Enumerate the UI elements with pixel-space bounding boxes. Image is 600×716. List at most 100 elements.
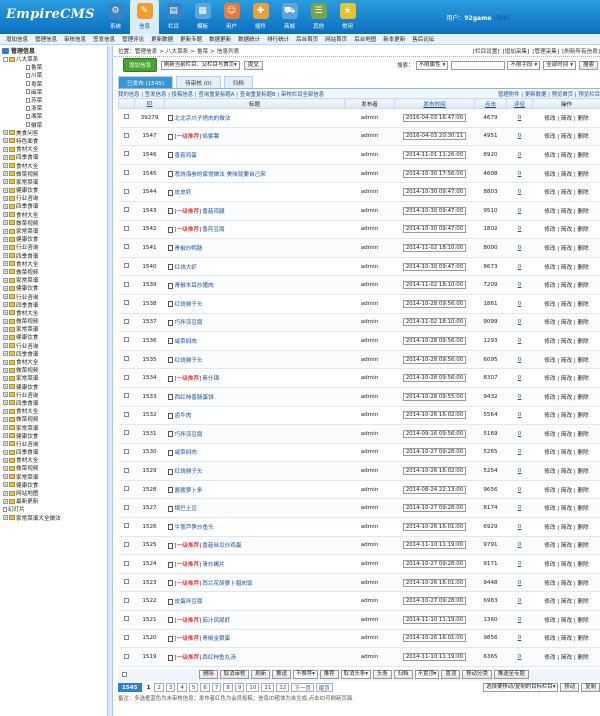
row-checkbox[interactable] bbox=[124, 597, 129, 603]
subnav-link[interactable]: 售后论坛 bbox=[412, 35, 434, 43]
recommend-select[interactable]: 不推荐 ▾ bbox=[292, 670, 318, 680]
tree-node[interactable]: + 健康饮食 bbox=[0, 186, 107, 194]
row-id[interactable]: 1531 bbox=[134, 424, 165, 444]
row-ops[interactable]: 修改 | 简改 | 删除 bbox=[532, 108, 600, 128]
tab-published[interactable]: 已发布 (1545) bbox=[118, 76, 174, 88]
subnav-link[interactable]: 更新数据 bbox=[151, 35, 173, 43]
expand-icon[interactable]: + bbox=[3, 261, 8, 267]
topnav-item[interactable]: ✎ 信息 bbox=[130, 0, 159, 34]
expand-icon[interactable]: + bbox=[3, 212, 8, 218]
breadcrumb-item[interactable]: 鲁菜 bbox=[197, 49, 208, 55]
page-link[interactable]: 8 bbox=[223, 683, 233, 693]
row-checkbox[interactable] bbox=[124, 560, 129, 566]
tree-node[interactable]: + 四季食谱 bbox=[0, 399, 107, 407]
pane-splitter[interactable] bbox=[108, 46, 113, 716]
subnav-link[interactable]: 网站首页 bbox=[325, 35, 347, 43]
topnav-item[interactable]: ⚙ 系统 bbox=[101, 0, 130, 34]
row-checkbox[interactable] bbox=[124, 114, 129, 120]
location-link[interactable]: [管理采集] bbox=[532, 47, 559, 55]
tree-node[interactable]: + 四季食谱 bbox=[0, 448, 107, 456]
tree-node[interactable]: + 行业咨询 bbox=[0, 342, 107, 350]
expand-icon[interactable]: + bbox=[3, 179, 8, 185]
expand-icon[interactable]: + bbox=[3, 163, 8, 169]
row-ops[interactable]: 修改 | 简改 | 删除 bbox=[532, 629, 600, 649]
tree-node[interactable]: + 四季食谱 bbox=[0, 301, 107, 309]
row-ops[interactable]: 修改 | 简改 | 删除 bbox=[532, 164, 600, 184]
row-id[interactable]: 1544 bbox=[134, 182, 165, 202]
headline-button[interactable]: 头条 bbox=[372, 670, 392, 680]
row-id[interactable]: 1535 bbox=[134, 350, 165, 370]
row-ops[interactable]: 修改 | 简改 | 删除 bbox=[532, 406, 600, 426]
row-title-link[interactable]: 香菇鸡蛋 bbox=[175, 153, 197, 159]
tree-leaf[interactable]: 鲁菜 bbox=[0, 63, 107, 71]
tree-node[interactable]: + 做菜视频 bbox=[0, 317, 107, 325]
tree-leaf[interactable]: 湘菜 bbox=[0, 112, 107, 120]
tree-node[interactable]: + 行业咨询 bbox=[0, 194, 107, 202]
expand-icon[interactable]: + bbox=[3, 203, 8, 209]
expand-icon[interactable]: + bbox=[3, 367, 8, 373]
row-ops[interactable]: 修改 | 简改 | 删除 bbox=[532, 350, 600, 370]
move-button[interactable]: 移动 bbox=[560, 683, 580, 693]
tree-node[interactable]: + 健康饮食 bbox=[0, 383, 107, 391]
add-info-button[interactable]: 增加信息 bbox=[123, 58, 158, 72]
top-select[interactable]: 不置顶 ▾ bbox=[414, 670, 440, 680]
row-time[interactable]: 2014-10-30 09:47:00 bbox=[402, 188, 467, 197]
row-checkbox[interactable] bbox=[124, 504, 129, 510]
tree-node[interactable]: + 家常菜谱 bbox=[0, 325, 107, 333]
subnav-link[interactable]: 后台地图 bbox=[354, 35, 376, 43]
row-id[interactable]: 1543 bbox=[134, 201, 165, 221]
row-id[interactable]: 1540 bbox=[134, 257, 165, 277]
location-link[interactable]: [栏目设置] bbox=[473, 47, 500, 55]
expand-icon[interactable]: + bbox=[3, 375, 8, 381]
row-id[interactable]: 1547 bbox=[134, 127, 165, 147]
page-link[interactable]: 7 bbox=[211, 683, 222, 693]
row-title-link[interactable]: 红烧狮子头 bbox=[175, 302, 203, 308]
subnav-link[interactable]: 排行统计 bbox=[267, 35, 289, 43]
subnav-link[interactable]: 审核信息 bbox=[64, 35, 86, 43]
row-time[interactable]: 2014-11-10 11:19:00 bbox=[402, 615, 467, 624]
row-checkbox[interactable] bbox=[124, 467, 129, 473]
expand-icon[interactable]: + bbox=[3, 228, 8, 234]
expand-icon[interactable]: + bbox=[3, 285, 8, 291]
tree-node[interactable]: + 食材大全 bbox=[0, 211, 107, 219]
row-comments[interactable]: 0 bbox=[518, 654, 522, 660]
row-checkbox[interactable] bbox=[124, 244, 129, 250]
filter-left-links[interactable]: 我的信息 | 签发信息 | 投稿信息 | 查询重复标题A | 查询重复标题B |… bbox=[118, 90, 324, 98]
page-link[interactable]: 5 bbox=[188, 683, 199, 693]
time-select[interactable]: 全部时间 ▾ bbox=[543, 60, 576, 70]
row-id[interactable]: 39279 bbox=[134, 108, 165, 128]
subnav-link[interactable]: 管理信息 bbox=[35, 35, 57, 43]
row-ops[interactable]: 修改 | 简改 | 删除 bbox=[532, 443, 600, 463]
tree-node[interactable]: + 食材大全 bbox=[0, 145, 107, 153]
bulk-unaudit-button[interactable]: 取消审核 bbox=[219, 670, 250, 680]
tree-node[interactable]: - 八大菜系 bbox=[0, 55, 107, 63]
tree-node[interactable]: + 美食问答 bbox=[0, 129, 107, 137]
tree-leaf[interactable]: 闽菜 bbox=[0, 88, 107, 96]
row-ops[interactable]: 修改 | 简改 | 删除 bbox=[532, 313, 600, 333]
row-time[interactable]: 2014-10-28 09:56:00 bbox=[402, 299, 467, 308]
expand-icon[interactable]: + bbox=[3, 433, 8, 439]
tree-node[interactable]: + 健康饮食 bbox=[0, 432, 107, 440]
expand-icon[interactable]: + bbox=[3, 253, 8, 259]
row-comments[interactable]: 0 bbox=[518, 208, 522, 214]
row-ops[interactable]: 修改 | 简改 | 删除 bbox=[532, 182, 600, 202]
row-title-link[interactable]: 西红柿鱼丸汤 bbox=[202, 655, 236, 661]
row-id[interactable]: 1524 bbox=[134, 554, 165, 574]
row-id[interactable]: 1521 bbox=[134, 610, 165, 630]
row-comments[interactable]: 0 bbox=[518, 115, 522, 121]
page-link[interactable]: 2 bbox=[154, 683, 164, 693]
row-comments[interactable]: 0 bbox=[518, 375, 522, 381]
search-button[interactable]: 搜索 bbox=[578, 60, 598, 70]
copy-button[interactable]: 复制 bbox=[581, 683, 600, 693]
tree-node[interactable]: + 四季食谱 bbox=[0, 252, 107, 260]
row-time[interactable]: 2016-04-03 16:47:00 bbox=[402, 113, 467, 122]
expand-icon[interactable]: + bbox=[3, 351, 8, 357]
topnav-item[interactable]: ☰ 其他 bbox=[304, 0, 333, 34]
tab-pending[interactable]: 待审核 (0) bbox=[176, 76, 221, 88]
tree-node[interactable]: + 特色面食 bbox=[0, 137, 107, 145]
expand-icon[interactable]: + bbox=[3, 187, 8, 193]
row-comments[interactable]: 0 bbox=[518, 412, 522, 418]
tree-node[interactable]: + 行业咨询 bbox=[0, 440, 107, 448]
field-select[interactable]: 不限字段 ▾ bbox=[507, 60, 541, 70]
tree-node[interactable]: + 行业咨询 bbox=[0, 243, 107, 251]
